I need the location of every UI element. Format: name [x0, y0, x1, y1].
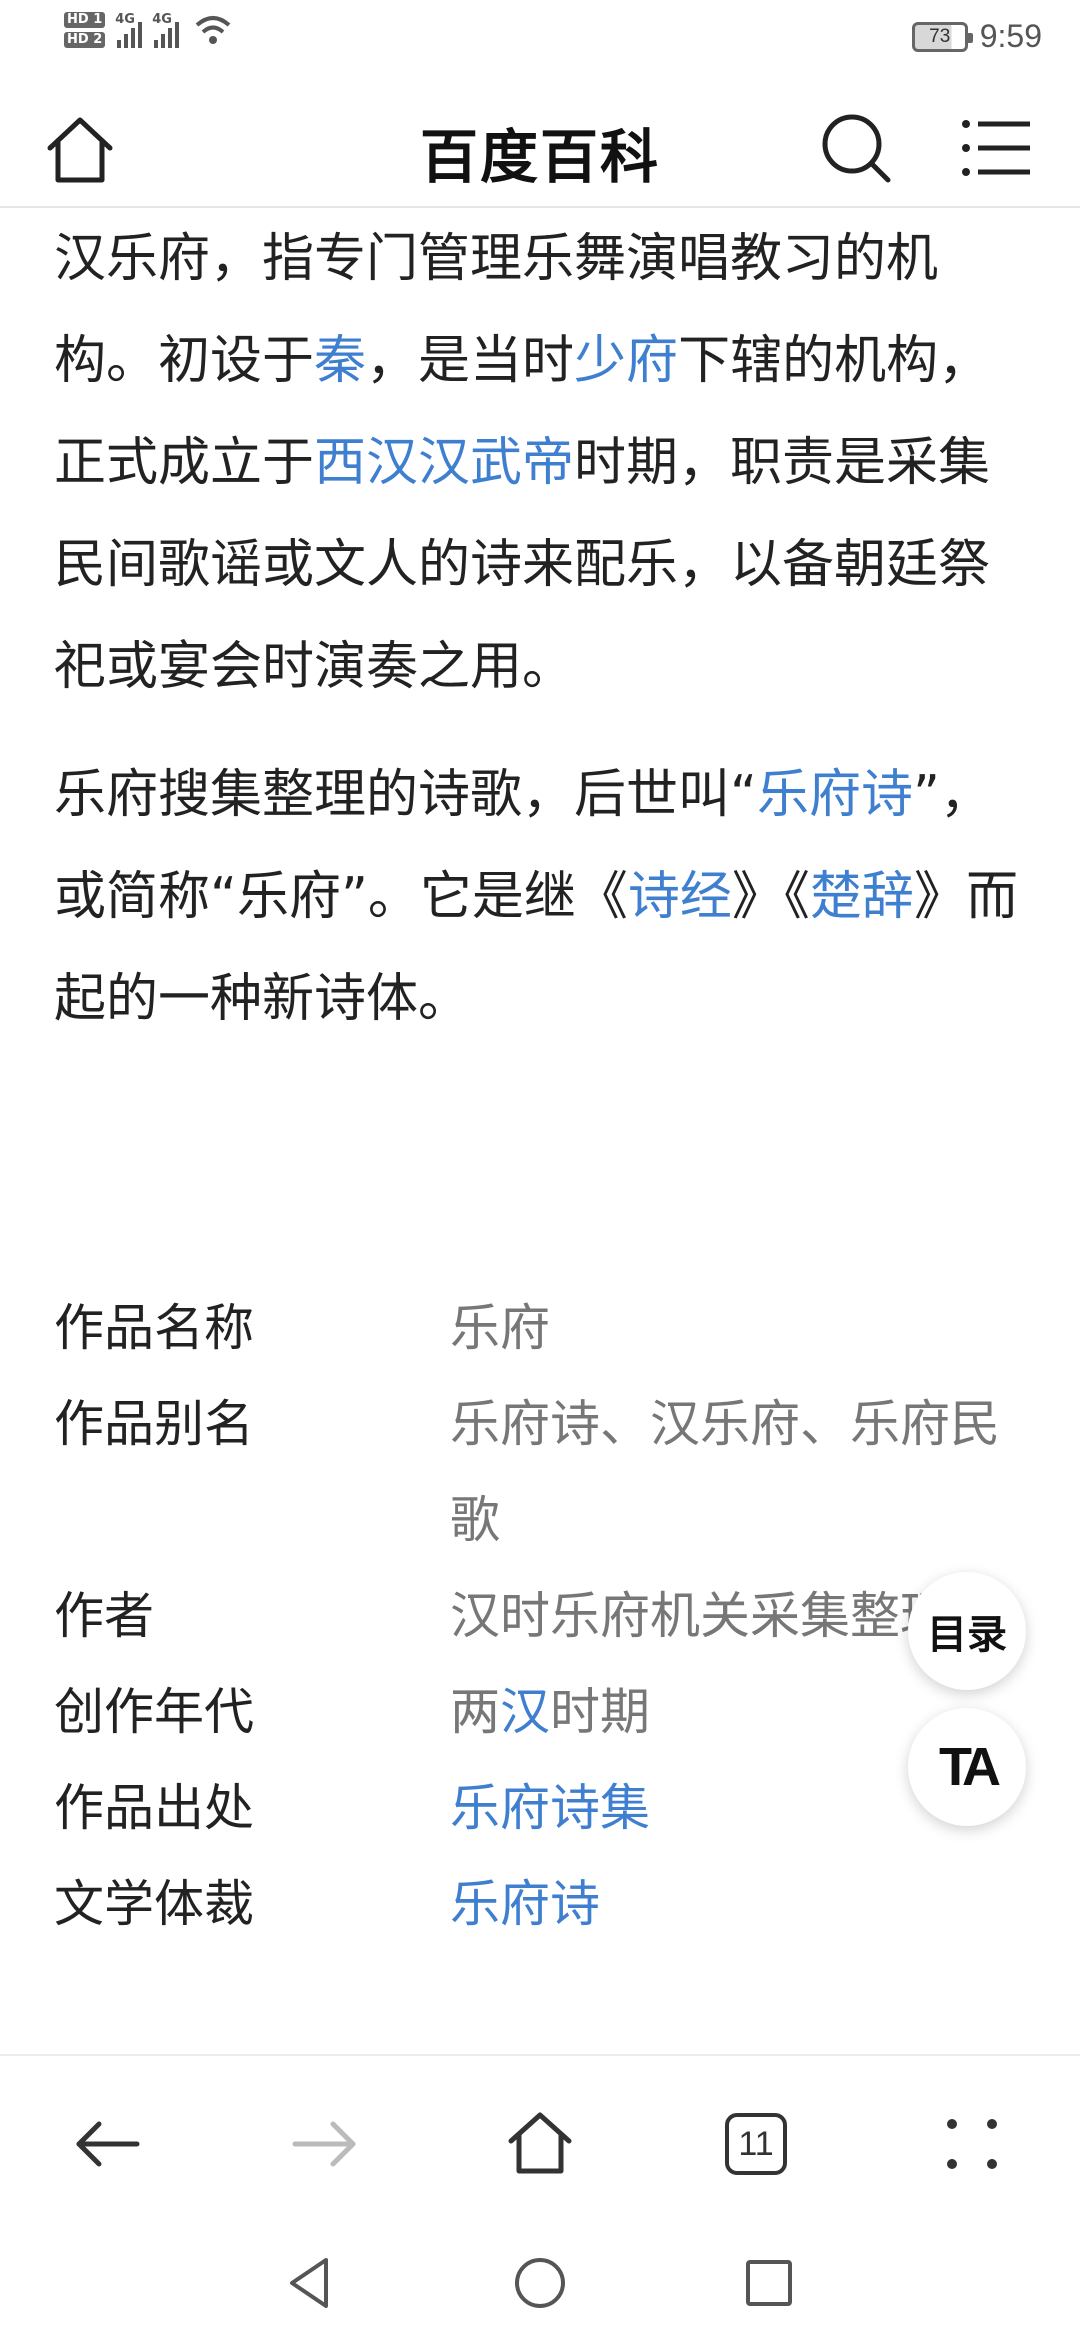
article-link[interactable]: 乐府诗集: [450, 1779, 650, 1837]
text-run: 》《: [731, 867, 810, 927]
info-row: 创作年代 两汉时期: [54, 1664, 1034, 1760]
article-link[interactable]: 秦: [314, 331, 366, 391]
toc-button[interactable]: 目录: [908, 1572, 1026, 1690]
arrow-left-icon: [76, 2121, 140, 2167]
sim2-label: HD 2: [64, 32, 106, 48]
info-row: 作品别名 乐府诗、汉乐府、乐府民歌: [54, 1376, 1034, 1568]
info-value: 乐府诗: [450, 1856, 1010, 1952]
article-link[interactable]: 西汉: [314, 433, 418, 493]
info-key: 作品出处: [54, 1779, 254, 1837]
info-key: 创作年代: [54, 1683, 254, 1741]
sim-indicators: HD 1 HD 2: [64, 12, 106, 48]
sim1-label: HD 1: [64, 12, 106, 28]
circle-home-icon: [515, 2258, 565, 2308]
battery-icon: 73: [911, 21, 973, 52]
article-link[interactable]: 楚辞: [810, 867, 914, 927]
more-dots-icon: [947, 2119, 997, 2169]
info-value: 乐府: [450, 1280, 1010, 1376]
sim2-indicator: HD 2: [64, 32, 106, 48]
ta-label: TA: [939, 1737, 1001, 1797]
article-content: 汉乐府，指专门管理乐舞演唱教习的机构。初设于秦，是当时少府下辖的机构，正式成立于…: [54, 208, 1034, 1050]
wifi-icon: [195, 16, 231, 44]
text-run: ，是当时: [366, 331, 575, 391]
network2-label: 4G: [152, 12, 172, 27]
text-run: 时期: [550, 1683, 650, 1741]
sim1-indicator: HD 1: [64, 12, 106, 28]
signal-icon: 4G: [115, 12, 143, 48]
text-run: 汉时乐府机关采集整理: [450, 1587, 950, 1645]
text-run: 乐府: [450, 1299, 550, 1357]
text-run: 乐府诗、汉乐府、乐府民歌: [450, 1395, 1000, 1549]
triangle-back-icon: [290, 2258, 328, 2308]
nav-back-button[interactable]: [276, 2248, 346, 2318]
status-right: 73 9:59: [911, 18, 1042, 55]
search-icon: [822, 114, 891, 183]
info-row: 作者 汉时乐府机关采集整理: [54, 1568, 1034, 1664]
info-row: 文学体裁 乐府诗: [54, 1856, 1034, 1952]
article-link[interactable]: 汉武帝: [418, 433, 574, 493]
back-button[interactable]: [70, 2106, 146, 2182]
nav-recents-button[interactable]: [734, 2248, 804, 2318]
text-run: 乐府搜集整理的诗歌，后世叫“: [54, 765, 757, 825]
clock: 9:59: [979, 18, 1042, 54]
article-link[interactable]: 汉: [500, 1683, 550, 1741]
nav-home-button[interactable]: [505, 2248, 575, 2318]
battery-level: 73: [929, 25, 951, 47]
app-header: 百度百科: [0, 80, 1080, 208]
status-left: HD 1 HD 2 4G 4G: [64, 12, 233, 48]
arrow-right-icon: [292, 2121, 356, 2167]
list-menu-icon: [962, 120, 1030, 176]
browser-home-button[interactable]: [502, 2106, 578, 2182]
home-icon: [508, 2112, 572, 2174]
article-paragraph-1: 汉乐府，指专门管理乐舞演唱教习的机构。初设于秦，是当时少府下辖的机构，正式成立于…: [54, 208, 1034, 718]
info-key: 作品名称: [54, 1299, 254, 1357]
forward-button[interactable]: [286, 2106, 362, 2182]
info-value: 乐府诗、汉乐府、乐府民歌: [450, 1376, 1010, 1568]
article-link[interactable]: 诗经: [628, 867, 732, 927]
article-paragraph-2: 乐府搜集整理的诗歌，后世叫“乐府诗”，或简称“乐府”。它是继《诗经》《楚辞》而起…: [54, 744, 1034, 1050]
more-button[interactable]: [934, 2106, 1010, 2182]
menu-button[interactable]: [960, 116, 1032, 180]
info-key: 作者: [54, 1587, 154, 1645]
toc-label: 目录: [927, 1612, 1007, 1658]
info-key: 作品别名: [54, 1395, 254, 1453]
signal-icon-2: 4G: [152, 12, 180, 48]
info-row: 作品出处 乐府诗集: [54, 1760, 1034, 1856]
info-key: 文学体裁: [54, 1875, 254, 1933]
text-run: 两: [450, 1683, 500, 1741]
page-title: 百度百科: [419, 123, 660, 191]
network1-label: 4G: [115, 12, 135, 27]
browser-toolbar: 11: [0, 2054, 1080, 2230]
info-row: 作品名称 乐府: [54, 1280, 1034, 1376]
ta-button[interactable]: TA: [908, 1708, 1026, 1826]
article-link[interactable]: 乐府诗: [450, 1875, 600, 1933]
system-nav-bar: [0, 2230, 1080, 2340]
tabs-button[interactable]: 11: [718, 2106, 794, 2182]
search-button[interactable]: [818, 110, 894, 186]
tab-count-badge: 11: [725, 2113, 787, 2175]
article-link[interactable]: 少府: [574, 331, 678, 391]
status-bar: HD 1 HD 2 4G 4G 73 9:59: [0, 0, 1080, 80]
article-link[interactable]: 乐府诗: [757, 765, 913, 825]
info-table: 作品名称 乐府作品别名 乐府诗、汉乐府、乐府民歌作者 汉时乐府机关采集整理创作年代 两汉…: [54, 1280, 1034, 1952]
square-recents-icon: [746, 2260, 792, 2306]
